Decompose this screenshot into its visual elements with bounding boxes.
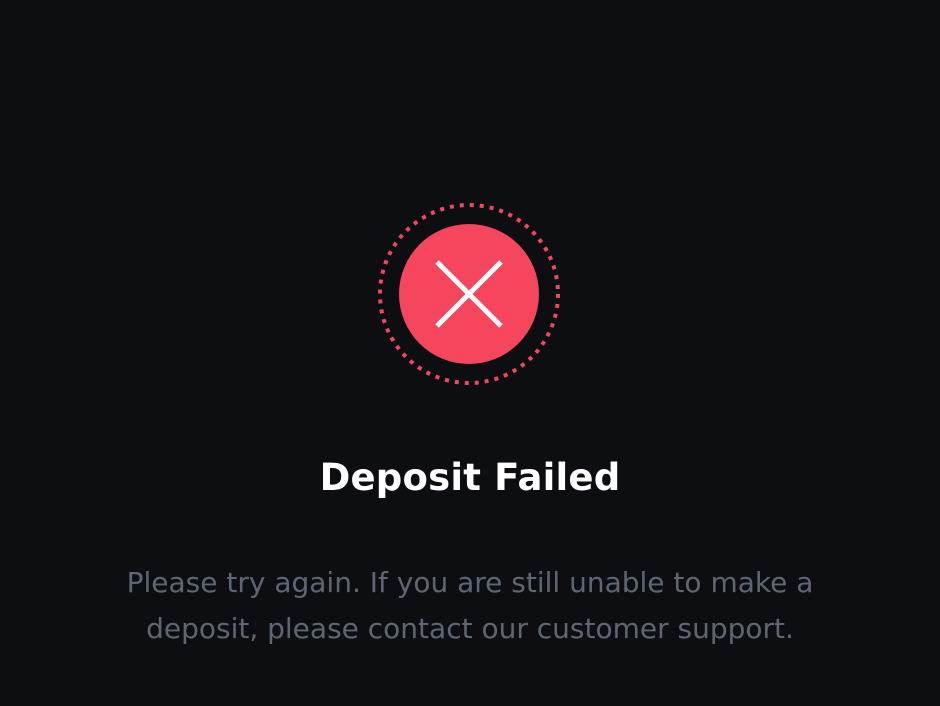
error-x-icon: [378, 203, 560, 385]
result-title: Deposit Failed: [319, 456, 621, 499]
deposit-result-screen: Deposit Failed Please try again. If you …: [0, 0, 940, 706]
error-status-icon: [375, 200, 563, 388]
result-message: Please try again. If you are still unabl…: [126, 566, 814, 645]
